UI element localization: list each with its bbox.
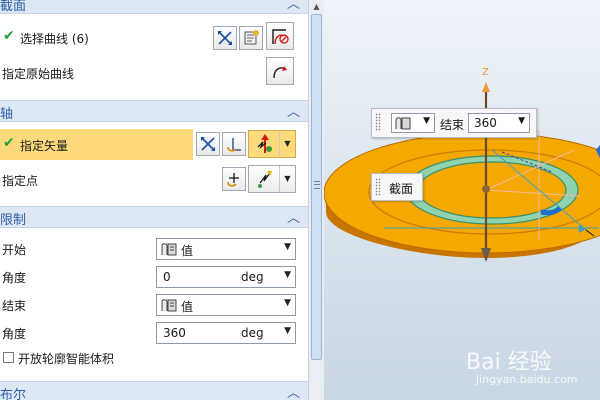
boolean-group-title: 布尔 <box>0 388 27 400</box>
chevron-up-icon[interactable]: ︿ <box>287 382 300 400</box>
section-group-header[interactable]: 截面 ︿ <box>0 0 308 14</box>
vector-dialog-button[interactable] <box>222 132 246 156</box>
select-curve-label: 选择曲线 (6) <box>20 32 89 46</box>
floating-mode-select[interactable]: ▼ <box>391 113 435 133</box>
end-angle-unit: deg <box>241 326 264 340</box>
point-plus-icon <box>227 173 239 187</box>
end-angle-row: 角度 360 deg ▼ <box>0 320 308 346</box>
start-mode-value: 值 <box>181 244 194 258</box>
start-row: 开始 值 ▼ <box>0 236 308 262</box>
panel-scrollbar[interactable]: ▲ <box>308 0 324 400</box>
floating-section-label: 截面 <box>389 182 414 196</box>
graphics-viewport[interactable]: Z ▼ 结束 360 ▼ 截面 Bai 经验 jingyan.baidu.com <box>324 0 600 400</box>
point-type-dropdown[interactable]: ▼ <box>248 165 296 193</box>
value-mode-icon <box>161 243 177 256</box>
floating-end-toolbar: ▼ 结束 360 ▼ <box>371 108 537 138</box>
start-mode-select[interactable]: 值 ▼ <box>156 238 296 260</box>
vector-type-dropdown[interactable]: ▼ <box>248 130 296 158</box>
chevron-up-icon[interactable]: ︿ <box>287 207 300 226</box>
watermark-url: jingyan.baidu.com <box>476 373 578 386</box>
sketch-section-button[interactable] <box>239 26 263 50</box>
end-row: 结束 值 ▼ <box>0 292 308 318</box>
origin-curve-button[interactable] <box>266 57 294 85</box>
chevron-down-icon[interactable]: ▼ <box>279 166 295 192</box>
chevron-up-icon[interactable]: ︿ <box>287 0 300 12</box>
point-dialog-button[interactable] <box>222 167 246 191</box>
origin-curve-row[interactable]: 指定原始曲线 <box>0 56 308 90</box>
revolve-model-scene <box>324 82 600 262</box>
floating-section-label-box: 截面 <box>371 173 423 201</box>
cross-arrows-icon <box>218 31 232 45</box>
inferred-vector-icon <box>257 134 272 153</box>
chevron-down-icon[interactable]: ▼ <box>279 131 295 157</box>
start-angle-value[interactable]: 0 <box>163 270 171 284</box>
value-mode-icon <box>395 117 411 130</box>
inferred-point-icon <box>258 171 272 188</box>
end-angle-label: 角度 <box>2 327 27 341</box>
floating-end-value[interactable]: 360 <box>474 116 497 130</box>
start-angle-unit: deg <box>241 270 264 284</box>
vector-csys-icon <box>227 138 241 152</box>
scroll-grip-icon <box>314 181 320 189</box>
z-axis-label: Z <box>482 67 489 78</box>
open-profile-row[interactable]: 开放轮廓智能体积 <box>0 348 308 368</box>
sketch-icon <box>244 30 259 45</box>
limits-group-header[interactable]: 限制 ︿ <box>0 206 308 228</box>
grip-icon[interactable] <box>375 178 381 196</box>
start-angle-row: 角度 0 deg ▼ <box>0 264 308 290</box>
axis-group-title: 轴 <box>0 107 14 122</box>
scroll-up-arrow[interactable]: ▲ <box>309 0 324 14</box>
start-angle-input[interactable]: 0 deg ▼ <box>156 266 296 288</box>
end-label: 结束 <box>2 299 27 313</box>
revolve-dialog-panel: 截面 ︿ ✔ 选择曲线 (6) 指定原始曲线 轴 ︿ ✔ 指定矢量 ▼ 指定点 … <box>0 0 308 400</box>
floating-end-input[interactable]: 360 ▼ <box>468 113 530 133</box>
section-group-title: 截面 <box>0 0 27 14</box>
end-angle-input[interactable]: 360 deg ▼ <box>156 322 296 344</box>
chevron-down-icon[interactable]: ▼ <box>284 326 291 336</box>
origin-curve-label: 指定原始曲线 <box>2 67 75 81</box>
boolean-group-header[interactable]: 布尔 ︿ <box>0 381 308 400</box>
end-angle-value[interactable]: 360 <box>163 326 186 340</box>
chevron-down-icon[interactable]: ▼ <box>423 116 430 126</box>
chevron-down-icon[interactable]: ▼ <box>284 270 291 280</box>
watermark-brand: Bai 经验 <box>466 350 552 375</box>
grip-icon[interactable] <box>375 113 381 131</box>
value-mode-icon <box>161 299 177 312</box>
end-mode-value: 值 <box>181 300 194 314</box>
reverse-vector-button[interactable] <box>196 132 220 156</box>
open-profile-checkbox[interactable] <box>3 352 14 363</box>
specify-vector-label: 指定矢量 <box>20 139 69 153</box>
axis-group-header[interactable]: 轴 ︿ <box>0 100 308 122</box>
chevron-down-icon[interactable]: ▼ <box>284 242 291 252</box>
scroll-thumb[interactable] <box>311 14 322 360</box>
curve-selection-button[interactable] <box>266 22 294 50</box>
specify-vector-row[interactable]: ✔ 指定矢量 <box>0 129 193 160</box>
checkmark-icon: ✔ <box>3 28 15 44</box>
open-profile-label: 开放轮廓智能体积 <box>18 352 115 366</box>
chevron-down-icon[interactable]: ▼ <box>284 298 291 308</box>
end-mode-select[interactable]: 值 ▼ <box>156 294 296 316</box>
curve-arrow-icon <box>273 66 287 79</box>
deselect-curve-button[interactable] <box>213 26 237 50</box>
start-label: 开始 <box>2 243 27 257</box>
checkmark-icon: ✔ <box>3 135 15 151</box>
start-angle-label: 角度 <box>2 271 27 285</box>
select-curve-row[interactable]: ✔ 选择曲线 (6) <box>0 22 308 52</box>
floating-end-label: 结束 <box>440 118 465 132</box>
cross-arrows-icon <box>201 137 215 151</box>
limits-group-title: 限制 <box>0 213 27 228</box>
specify-point-label: 指定点 <box>2 174 39 188</box>
chevron-up-icon[interactable]: ︿ <box>287 101 300 120</box>
chevron-down-icon[interactable]: ▼ <box>518 116 525 126</box>
curve-pick-icon <box>272 29 289 45</box>
